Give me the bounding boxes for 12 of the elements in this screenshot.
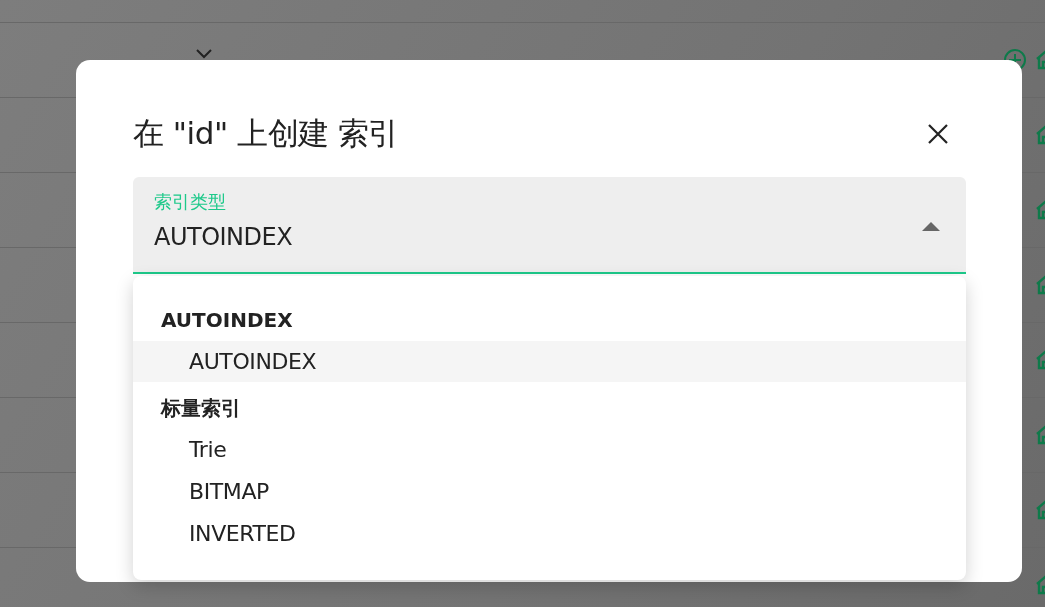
dialog-title: 在 "id" 上创建 索引 <box>133 114 399 153</box>
menu-option[interactable]: BITMAP <box>133 471 966 513</box>
field-label: 索引类型 <box>154 191 227 213</box>
field-value: AUTOINDEX <box>154 222 294 253</box>
group-header: AUTOINDEX <box>160 307 294 334</box>
menu-option[interactable]: INVERTED <box>133 513 966 555</box>
chevron-down-icon[interactable] <box>196 49 212 59</box>
group-header: 标量索引 <box>159 395 242 422</box>
close-icon[interactable] <box>926 122 950 146</box>
menu-option[interactable]: Trie <box>133 429 966 471</box>
index-type-select[interactable]: 索引类型 AUTOINDEX <box>133 177 966 274</box>
menu-option[interactable]: AUTOINDEX <box>133 341 966 382</box>
